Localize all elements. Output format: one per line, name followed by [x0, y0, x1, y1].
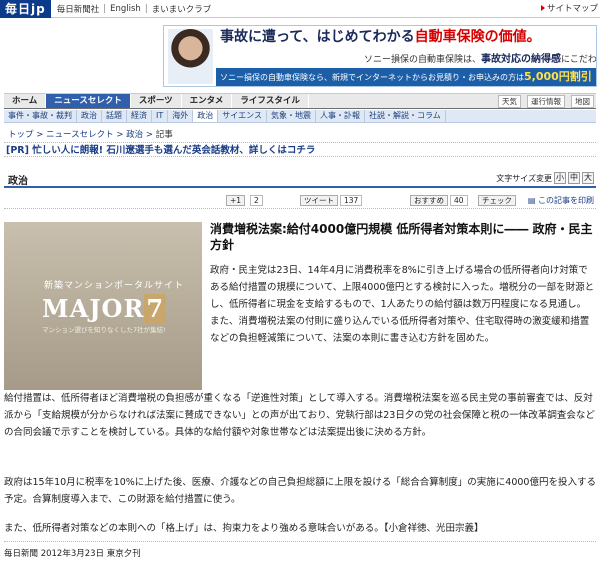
pr-link[interactable]: [PR] 忙しい人に朗報! 石川遼選手も選んだ英会話教材、詳しくはコチラ [4, 142, 596, 157]
main-nav: ホーム ニュースセレクト スポーツ エンタメ ライフスタイル 天気 運行情報 地… [4, 93, 596, 109]
gplus-count: 2 [250, 195, 263, 206]
breadcrumb-item[interactable]: ニュースセレクト [46, 130, 114, 140]
subnav-item[interactable]: 気象・地震 [267, 110, 317, 122]
top-links: 毎日新聞社 | English | まいまいクラブ [57, 3, 211, 15]
sitemap-label: サイトマップ [546, 4, 598, 14]
top-bar: 毎日jp 毎日新聞社 | English | まいまいクラブ サイトマップ [0, 0, 600, 18]
traffic-button[interactable]: 運行情報 [527, 95, 565, 108]
tweet-count: 137 [340, 195, 363, 206]
photo-caption-top: 新築マンションポータルサイト [44, 281, 185, 291]
subnav-item[interactable]: IT [152, 110, 169, 122]
font-size-large-button[interactable]: 大 [582, 172, 594, 184]
section-title: 政治 [8, 176, 28, 187]
tab-home[interactable]: ホーム [4, 94, 47, 108]
sub-nav: 事件・事故・裁判 政治 話題 経済 IT 海外 政治 サイエンス 気象・地震 人… [4, 110, 596, 123]
tab-sports[interactable]: スポーツ [131, 94, 182, 108]
article-paragraph-2: 給付措置は、低所得者ほど消費増税の負担感が重くなる「逆進性対策」として導入する。… [4, 393, 595, 438]
separator: | [144, 3, 148, 14]
ad-headline: 事故に遭って、はじめてわかる自動車保険の価値。 [220, 29, 541, 45]
sitemap-link[interactable]: サイトマップ [540, 0, 600, 18]
article-photo-ad[interactable]: 新築マンションポータルサイト MAJOR7 マンション選びを知りなくした7社が集… [4, 222, 202, 390]
article-paragraph-4: また、低所得者対策などの本則への「格上げ」は、拘束力をより強める意味合いがある。… [4, 523, 484, 534]
photo-brand: MAJOR7 [42, 294, 167, 323]
article-byline: 毎日新聞 2012年3月23日 東京夕刊 [4, 541, 596, 559]
social-bar: +1 2 ツイート 137 おすすめ 40 チェック ▤ この記事を印刷 [4, 193, 596, 209]
article-headline: 消費増税法案:給付4000億円規模 低所得者対策本則に―― 政府・民主方針 [210, 222, 593, 252]
tab-news-select[interactable]: ニュースセレクト [46, 94, 131, 108]
article-paragraph-3: 政府は15年10月に税率を10%に上げた後、医療、介護などの自己負担総額に上限を… [4, 477, 596, 505]
subnav-item[interactable]: 海外 [168, 110, 194, 122]
recommend-count: 40 [450, 195, 468, 206]
top-link-english[interactable]: English [110, 4, 141, 14]
section-header: 政治 文字サイズ変更 小 中 大 [4, 170, 596, 188]
subnav-item[interactable]: 経済 [127, 110, 152, 122]
breadcrumb-current: 記事 [155, 130, 173, 140]
tweet-button[interactable]: ツイート [300, 195, 338, 206]
tab-lifestyle[interactable]: ライフスタイル [232, 94, 309, 108]
subnav-item[interactable]: 話題 [102, 110, 127, 122]
article-paragraph-1: 政府・民主党は23日、14年4月に消費税率を8%に引き上げる場合の低所得者向け対… [210, 265, 595, 344]
tab-entertainment[interactable]: エンタメ [182, 94, 233, 108]
ad-photo [168, 29, 213, 84]
top-link-mainichi[interactable]: 毎日新聞社 [57, 3, 100, 15]
map-button[interactable]: 地図 [571, 95, 594, 108]
recommend-button[interactable]: おすすめ [410, 195, 448, 206]
gplus-button[interactable]: +1 [226, 195, 246, 206]
nav-tools: 天気 運行情報 地図 [498, 94, 594, 109]
weather-button[interactable]: 天気 [498, 95, 521, 108]
subnav-item[interactable]: 社説・解説・コラム [365, 110, 446, 122]
ad-banner[interactable]: 事故に遭って、はじめてわかる自動車保険の価値。 ソニー損保の自動車保険は、事故対… [163, 25, 597, 87]
breadcrumb: トップ > ニュースセレクト > 政治 > 記事 [8, 130, 173, 140]
photo-caption-bottom: マンション選びを知りなくした7社が集結! [42, 326, 166, 334]
ad-strip: ソニー損保の自動車保険なら、新規でインターネットからお見積り・お申込みの方は5,… [216, 68, 596, 86]
subnav-item[interactable]: 政治 [77, 110, 102, 122]
top-link-club[interactable]: まいまいクラブ [152, 3, 212, 15]
breadcrumb-item[interactable]: トップ [8, 130, 34, 140]
site-logo[interactable]: 毎日jp [0, 0, 51, 18]
font-size-label: 文字サイズ変更 [496, 173, 552, 183]
print-label: この記事を印刷 [538, 196, 594, 205]
subnav-item[interactable]: サイエンス [218, 110, 268, 122]
subnav-item[interactable]: 人事・訃報 [316, 110, 366, 122]
arrow-icon [540, 5, 545, 11]
subnav-item-selected[interactable]: 政治 [193, 110, 219, 122]
font-size-control: 文字サイズ変更 小 中 大 [496, 172, 594, 184]
subnav-item[interactable]: 事件・事故・裁判 [4, 110, 77, 122]
font-size-small-button[interactable]: 小 [554, 172, 566, 184]
ad-subtext: ソニー損保の自動車保険は、事故対応の納得感にこだわります。 [364, 54, 597, 65]
font-size-medium-button[interactable]: 中 [568, 172, 580, 184]
breadcrumb-item[interactable]: 政治 [126, 130, 143, 140]
separator: | [103, 3, 107, 14]
check-button[interactable]: チェック [478, 195, 516, 206]
print-link[interactable]: ▤ この記事を印刷 [528, 195, 594, 206]
